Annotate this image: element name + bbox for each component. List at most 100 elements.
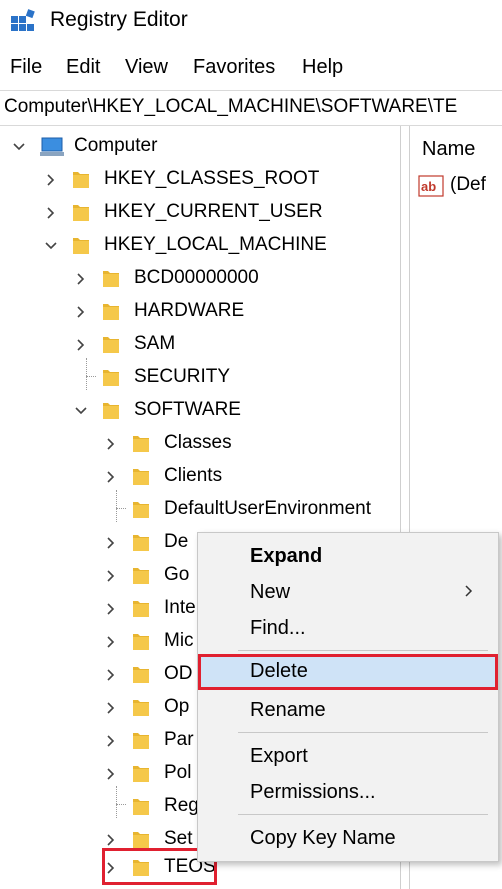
context-menu: Expand New Find... Delete Rename Export … bbox=[197, 532, 499, 862]
chevron-right-icon[interactable] bbox=[44, 163, 58, 196]
tree-label: HKEY_CLASSES_ROOT bbox=[104, 168, 320, 189]
menu-item-copy-key-name[interactable]: Copy Key Name bbox=[198, 821, 498, 855]
folder-icon bbox=[133, 469, 149, 485]
folder-icon bbox=[103, 271, 119, 287]
folder-icon bbox=[133, 502, 149, 518]
folder-icon bbox=[103, 304, 119, 320]
folder-icon bbox=[133, 832, 149, 848]
tree-guide-line bbox=[116, 490, 117, 522]
folder-icon bbox=[103, 403, 119, 419]
folder-icon bbox=[133, 601, 149, 617]
address-bar[interactable]: Computer\HKEY_LOCAL_MACHINE\SOFTWARE\TE bbox=[0, 90, 502, 126]
tree-label: HARDWARE bbox=[134, 300, 245, 321]
chevron-right-icon[interactable] bbox=[74, 295, 88, 328]
menu-file[interactable]: File bbox=[10, 56, 42, 79]
menu-item-new[interactable]: New bbox=[198, 575, 498, 609]
tree-label: Classes bbox=[164, 432, 232, 453]
address-path: Computer\HKEY_LOCAL_MACHINE\SOFTWARE\TE bbox=[4, 96, 458, 117]
column-header-name[interactable]: Name bbox=[422, 138, 475, 161]
folder-icon bbox=[133, 766, 149, 782]
chevron-down-icon[interactable] bbox=[74, 394, 88, 427]
menu-item-label: Delete bbox=[250, 660, 308, 682]
chevron-right-icon[interactable] bbox=[104, 691, 118, 724]
title-bar: Registry Editor bbox=[0, 0, 502, 44]
computer-icon bbox=[40, 137, 64, 156]
folder-icon bbox=[73, 238, 89, 254]
tree-label: Pol bbox=[164, 762, 192, 783]
folder-icon bbox=[133, 667, 149, 683]
chevron-right-icon[interactable] bbox=[104, 427, 118, 460]
folder-icon bbox=[133, 436, 149, 452]
menu-item-label: Expand bbox=[250, 545, 323, 567]
folder-icon bbox=[103, 337, 119, 353]
chevron-right-icon[interactable] bbox=[74, 328, 88, 361]
tree-label: SECURITY bbox=[134, 366, 231, 387]
chevron-right-icon[interactable] bbox=[104, 526, 118, 559]
menu-item-label: Export bbox=[250, 745, 308, 767]
chevron-down-icon[interactable] bbox=[44, 229, 58, 262]
folder-icon bbox=[133, 799, 149, 815]
value-name[interactable]: (Def bbox=[450, 174, 486, 196]
menu-favorites[interactable]: Favorites bbox=[193, 56, 275, 79]
chevron-right-icon[interactable] bbox=[44, 196, 58, 229]
registry-editor-icon bbox=[11, 9, 35, 31]
tree-label: SAM bbox=[134, 333, 176, 354]
tree-label: SOFTWARE bbox=[134, 399, 241, 420]
menu-item-permissions[interactable]: Permissions... bbox=[198, 775, 498, 809]
menu-help[interactable]: Help bbox=[302, 56, 343, 79]
chevron-right-icon[interactable] bbox=[104, 658, 118, 691]
tree-label: DefaultUserEnvironment bbox=[164, 498, 371, 519]
menu-view[interactable]: View bbox=[125, 56, 168, 79]
tree-label: Par bbox=[164, 729, 194, 750]
folder-icon bbox=[73, 172, 89, 188]
tree-guide-line bbox=[116, 804, 126, 805]
folder-icon bbox=[73, 205, 89, 221]
menu-separator bbox=[238, 650, 488, 651]
chevron-right-icon[interactable] bbox=[104, 559, 118, 592]
chevron-right-icon[interactable] bbox=[104, 592, 118, 625]
chevron-right-icon[interactable] bbox=[104, 757, 118, 790]
menu-item-label: Rename bbox=[250, 699, 326, 721]
menu-item-expand[interactable]: Expand bbox=[198, 539, 498, 573]
menu-item-label: Find... bbox=[250, 617, 306, 639]
menu-item-label: Copy Key Name bbox=[250, 827, 396, 849]
chevron-right-icon bbox=[465, 585, 473, 597]
folder-icon bbox=[133, 700, 149, 716]
tree-label: Computer bbox=[74, 135, 158, 156]
menu-bar: File Edit View Favorites Help bbox=[0, 52, 502, 86]
svg-text:ab: ab bbox=[421, 179, 436, 194]
folder-icon bbox=[133, 733, 149, 749]
tree-label: BCD00000000 bbox=[134, 267, 259, 288]
tree-label: HKEY_LOCAL_MACHINE bbox=[104, 234, 327, 255]
chevron-right-icon[interactable] bbox=[74, 262, 88, 295]
tree-guide-line bbox=[86, 358, 87, 390]
tree-label: Mic bbox=[164, 630, 194, 651]
folder-icon bbox=[133, 568, 149, 584]
tree-guide-line bbox=[116, 786, 117, 818]
menu-edit[interactable]: Edit bbox=[66, 56, 100, 79]
tree-guide-line bbox=[116, 508, 126, 509]
window-title: Registry Editor bbox=[50, 8, 188, 31]
tree-label: Inte bbox=[164, 597, 196, 618]
tree-label: OD bbox=[164, 663, 193, 684]
tree-label: Go bbox=[164, 564, 190, 585]
menu-item-label: New bbox=[250, 581, 291, 603]
tree-label: Op bbox=[164, 696, 190, 717]
chevron-right-icon[interactable] bbox=[104, 625, 118, 658]
tree-label: Set bbox=[164, 828, 193, 849]
tree-label: Reg bbox=[164, 795, 199, 816]
menu-item-delete[interactable]: Delete bbox=[198, 654, 498, 690]
menu-separator bbox=[238, 814, 488, 815]
folder-icon bbox=[133, 535, 149, 551]
chevron-right-icon[interactable] bbox=[104, 460, 118, 493]
string-value-icon: ab bbox=[418, 175, 444, 197]
tree-guide-line bbox=[86, 376, 96, 377]
menu-item-find[interactable]: Find... bbox=[198, 611, 498, 645]
chevron-down-icon[interactable] bbox=[12, 130, 26, 163]
menu-item-rename[interactable]: Rename bbox=[198, 693, 498, 727]
menu-item-export[interactable]: Export bbox=[198, 739, 498, 773]
chevron-right-icon[interactable] bbox=[104, 724, 118, 757]
tree-label: Clients bbox=[164, 465, 223, 486]
tree-label: De bbox=[164, 531, 189, 552]
folder-icon bbox=[103, 370, 119, 386]
